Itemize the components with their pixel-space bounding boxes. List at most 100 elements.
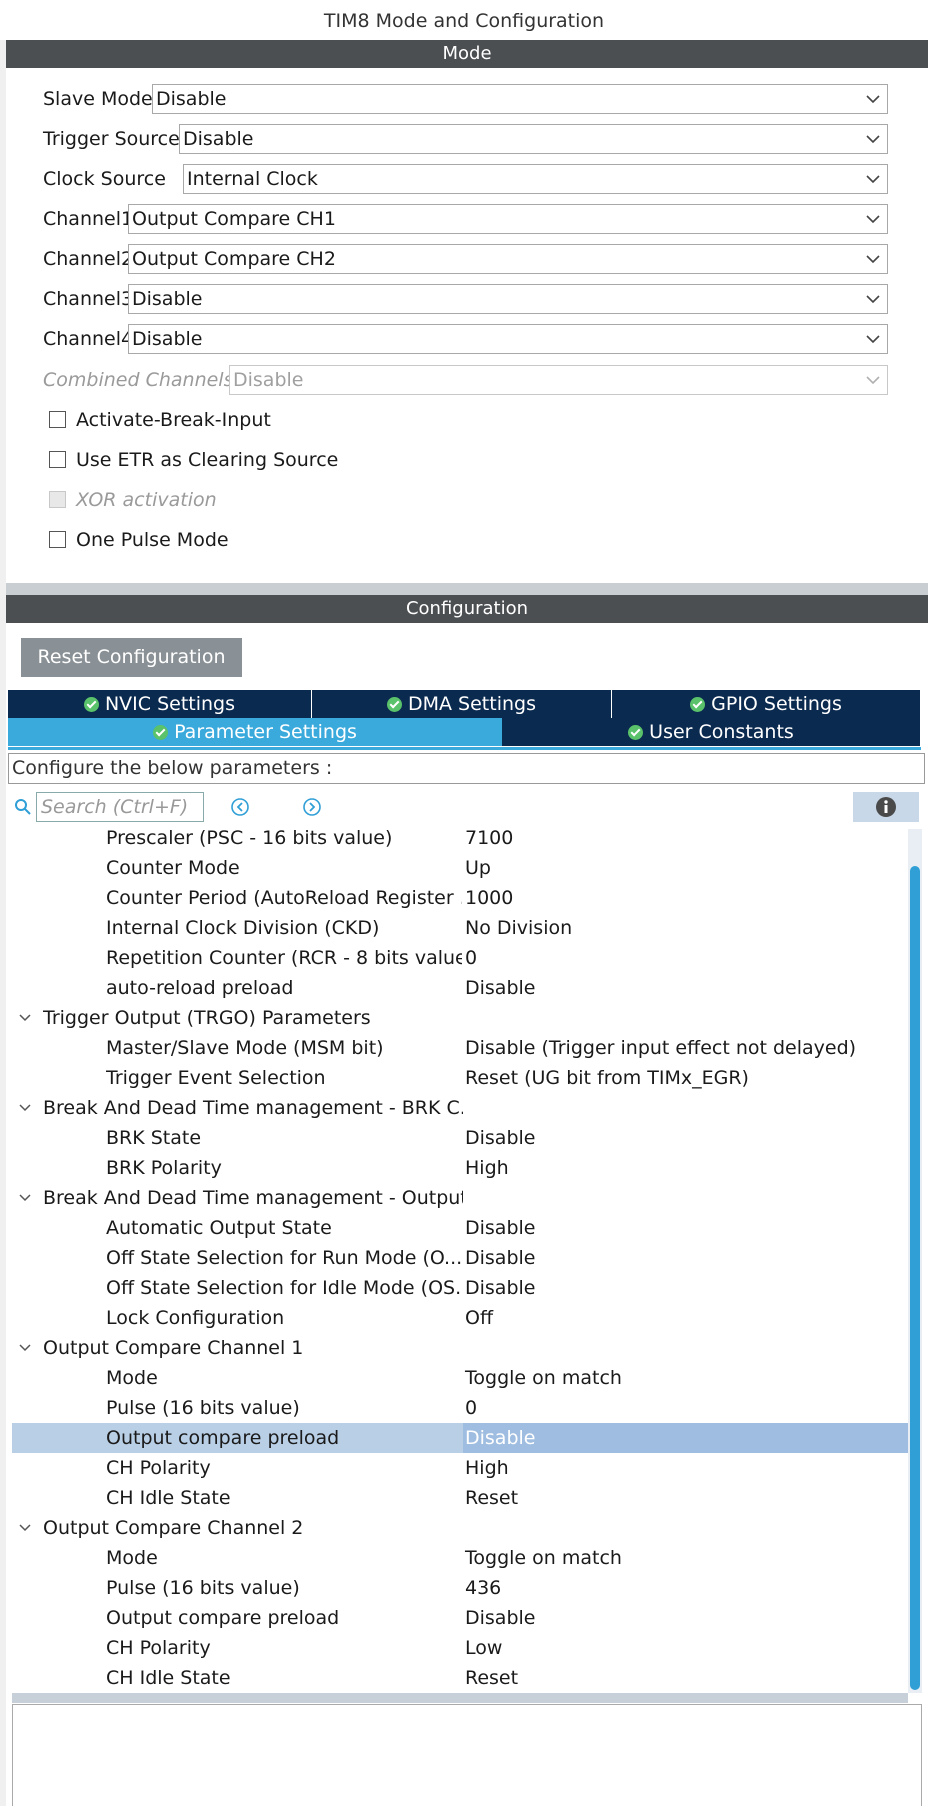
param-value[interactable]: Reset xyxy=(463,1663,518,1693)
scrollbar-thumb[interactable] xyxy=(910,866,920,1690)
search-icon[interactable] xyxy=(14,798,32,816)
param-value[interactable]: 0 xyxy=(463,943,477,973)
param-value[interactable]: Up xyxy=(463,853,491,883)
param-value[interactable]: 1000 xyxy=(463,883,513,913)
tab-parameter-settings[interactable]: Parameter Settings xyxy=(8,718,502,746)
tree-row[interactable]: Lock Configuration Off xyxy=(12,1303,908,1333)
param-value[interactable]: Disable xyxy=(463,1123,535,1153)
channel1-select[interactable]: Output Compare CH1 xyxy=(128,204,888,234)
field-row-channel2: Channel2 Output Compare CH2 xyxy=(6,244,928,274)
param-value[interactable]: 0 xyxy=(463,1393,477,1423)
description-panel xyxy=(12,1704,922,1806)
tree-row[interactable]: Automatic Output State Disable xyxy=(12,1213,908,1243)
param-name: auto-reload preload xyxy=(106,977,294,999)
check-icon xyxy=(387,697,402,712)
param-value[interactable]: 436 xyxy=(463,1573,501,1603)
channel2-select[interactable]: Output Compare CH2 xyxy=(128,244,888,274)
param-name: Master/Slave Mode (MSM bit) xyxy=(106,1037,384,1059)
param-name: CH Idle State xyxy=(106,1487,231,1509)
param-value[interactable]: Disable (Trigger input effect not delaye… xyxy=(463,1033,856,1063)
field-row-channel4: Channel4 Disable xyxy=(6,324,928,354)
tab-label: NVIC Settings xyxy=(104,693,236,715)
param-value[interactable]: Disable xyxy=(463,1603,535,1633)
field-label: Channel1 xyxy=(43,208,134,230)
search-input[interactable]: Search (Ctrl+F) xyxy=(36,792,204,822)
tree-row[interactable]: Mode Toggle on match xyxy=(12,1543,908,1573)
tree-group[interactable]: Output Compare Channel 2 xyxy=(12,1513,908,1543)
param-value[interactable]: Toggle on match xyxy=(463,1363,622,1393)
one-pulse-mode-label: One Pulse Mode xyxy=(76,529,229,551)
tree-row[interactable]: Prescaler (PSC - 16 bits value) 7100 xyxy=(12,823,908,853)
tree-row[interactable]: CH Polarity Low xyxy=(12,1633,908,1663)
param-value[interactable]: High xyxy=(463,1153,509,1183)
param-value[interactable]: Off xyxy=(463,1303,493,1333)
tab-gpio-settings[interactable]: GPIO Settings xyxy=(612,690,921,718)
param-value[interactable]: Disable xyxy=(463,1213,535,1243)
tree-row[interactable]: auto-reload preload Disable xyxy=(12,973,908,1003)
one-pulse-mode-checkbox[interactable] xyxy=(49,531,66,548)
reset-configuration-button[interactable]: Reset Configuration xyxy=(21,638,242,677)
tree-row[interactable]: Off State Selection for Run Mode (O... Di… xyxy=(12,1243,908,1273)
expand-chevron-icon[interactable] xyxy=(18,1011,32,1025)
channel4-select[interactable]: Disable xyxy=(128,324,888,354)
tree-row[interactable]: Trigger Event Selection Reset (UG bit fro… xyxy=(12,1063,908,1093)
tree-group[interactable]: Output Compare Channel 1 xyxy=(12,1333,908,1363)
expand-chevron-icon[interactable] xyxy=(18,1191,32,1205)
tree-row[interactable]: Internal Clock Division (CKD) No Division xyxy=(12,913,908,943)
combined-channels-select: Disable xyxy=(229,365,888,395)
param-value[interactable]: Toggle on match xyxy=(463,1543,622,1573)
tree-row[interactable]: Master/Slave Mode (MSM bit) Disable (Trig… xyxy=(12,1033,908,1063)
tree-row[interactable]: Mode Toggle on match xyxy=(12,1363,908,1393)
tree-row[interactable]: Output compare preload Disable xyxy=(12,1423,908,1453)
tab-user-constants[interactable]: User Constants xyxy=(502,718,921,746)
tree-row[interactable]: Off State Selection for Idle Mode (OS...… xyxy=(12,1273,908,1303)
window-title: TIM8 Mode and Configuration xyxy=(323,10,605,32)
expand-chevron-icon[interactable] xyxy=(18,1521,32,1535)
tree-row[interactable]: Counter Mode Up xyxy=(12,853,908,883)
param-value[interactable]: Low xyxy=(463,1633,502,1663)
param-value[interactable]: 7100 xyxy=(463,823,513,853)
tree-row[interactable]: CH Idle State Reset xyxy=(12,1483,908,1513)
tree-row[interactable]: BRK Polarity High xyxy=(12,1153,908,1183)
next-match-icon[interactable] xyxy=(302,797,322,817)
tab-dma-settings[interactable]: DMA Settings xyxy=(312,690,612,718)
previous-match-icon[interactable] xyxy=(230,797,250,817)
tree-group[interactable]: Trigger Output (TRGO) Parameters xyxy=(12,1003,908,1033)
tree-row[interactable]: Pulse (16 bits value) 0 xyxy=(12,1393,908,1423)
param-value[interactable]: Disable xyxy=(463,1243,535,1273)
expand-chevron-icon[interactable] xyxy=(18,1101,32,1115)
param-value[interactable]: Disable xyxy=(463,1273,535,1303)
slave-mode-select[interactable]: Disable xyxy=(152,84,888,114)
select-value: Output Compare CH2 xyxy=(132,248,336,270)
clock-source-select[interactable]: Internal Clock xyxy=(183,164,888,194)
param-value[interactable]: No Division xyxy=(463,913,572,943)
chevron-down-icon xyxy=(866,255,880,264)
tree-row[interactable]: BRK State Disable xyxy=(12,1123,908,1153)
tab-nvic-settings[interactable]: NVIC Settings xyxy=(8,690,312,718)
tree-group[interactable]: Break And Dead Time management - Output … xyxy=(12,1183,908,1213)
tree-row[interactable]: Counter Period (AutoReload Register ... 1… xyxy=(12,883,908,913)
tree-row[interactable]: CH Idle State Reset xyxy=(12,1663,908,1693)
tree-group[interactable]: Break And Dead Time management - BRK C..… xyxy=(12,1093,908,1123)
param-value[interactable]: High xyxy=(463,1453,509,1483)
check-icon xyxy=(83,697,99,712)
param-value[interactable]: Disable xyxy=(463,1423,908,1453)
param-value[interactable]: Disable xyxy=(463,973,535,1003)
tree-row[interactable]: Pulse (16 bits value) 436 xyxy=(12,1573,908,1603)
check-icon xyxy=(628,725,644,740)
select-value: Disable xyxy=(132,288,203,310)
tree-row[interactable]: Repetition Counter (RCR - 8 bits value) 0 xyxy=(12,943,908,973)
horizontal-scrollbar[interactable] xyxy=(12,1693,908,1703)
expand-chevron-icon[interactable] xyxy=(18,1341,32,1355)
info-button[interactable] xyxy=(853,792,919,822)
param-name: Prescaler (PSC - 16 bits value) xyxy=(106,827,393,849)
tree-row[interactable]: CH Polarity High xyxy=(12,1453,908,1483)
channel3-select[interactable]: Disable xyxy=(128,284,888,314)
trigger-source-select[interactable]: Disable xyxy=(179,124,888,154)
param-value[interactable]: Reset xyxy=(463,1483,518,1513)
activate-break-input-checkbox[interactable] xyxy=(49,411,66,428)
tree-row[interactable]: Output compare preload Disable xyxy=(12,1603,908,1633)
select-value: Disable xyxy=(156,88,227,110)
param-value[interactable]: Reset (UG bit from TIMx_EGR) xyxy=(463,1063,749,1093)
use-etr-as-clearing-source-checkbox[interactable] xyxy=(49,451,66,468)
